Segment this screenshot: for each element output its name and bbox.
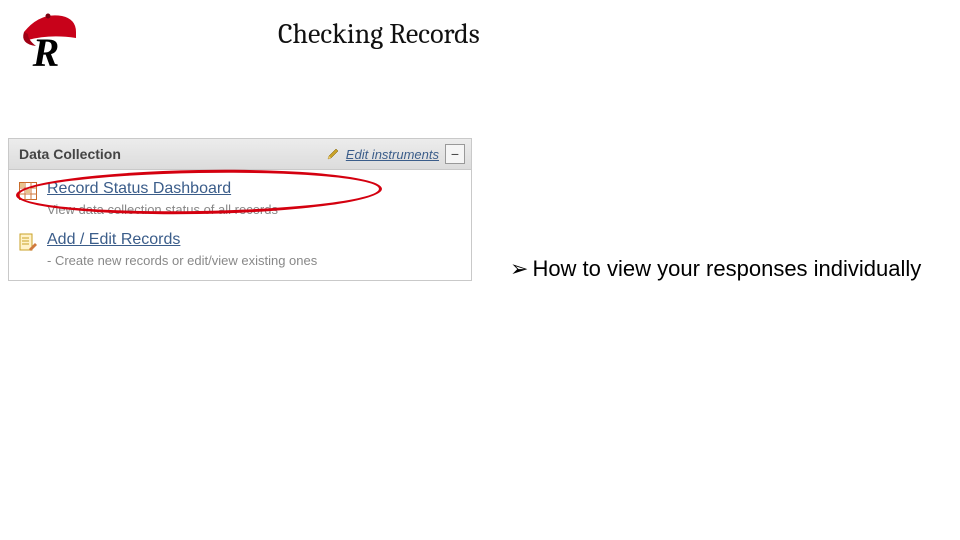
menu-item-desc: View data collection status of all recor… <box>47 202 461 217</box>
svg-text:R: R <box>32 30 60 70</box>
data-collection-panel: Data Collection Edit instruments − <box>8 138 472 281</box>
page-title: Checking Records <box>278 18 480 50</box>
bullet-arrow-icon: ➢ <box>510 255 528 283</box>
menu-item-add-edit-records[interactable]: Add / Edit Records - Create new records … <box>9 221 471 280</box>
bullet-text: How to view your responses individually <box>532 255 921 283</box>
menu-item-desc: - Create new records or edit/view existi… <box>47 253 461 268</box>
menu-item-link[interactable]: Add / Edit Records <box>47 231 180 248</box>
form-edit-icon <box>19 233 37 251</box>
panel-header-label: Data Collection <box>19 146 121 162</box>
pencil-icon <box>326 147 340 161</box>
panel-header: Data Collection Edit instruments − <box>9 139 471 170</box>
grid-icon <box>19 182 37 200</box>
menu-item-link[interactable]: Record Status Dashboard <box>47 180 231 197</box>
collapse-button[interactable]: − <box>445 144 465 164</box>
logo: R <box>18 10 92 70</box>
edit-instruments-link[interactable]: Edit instruments <box>346 147 439 162</box>
bullet-item: ➢ How to view your responses individuall… <box>510 255 940 283</box>
menu-item-record-status-dashboard[interactable]: Record Status Dashboard View data collec… <box>9 170 471 221</box>
